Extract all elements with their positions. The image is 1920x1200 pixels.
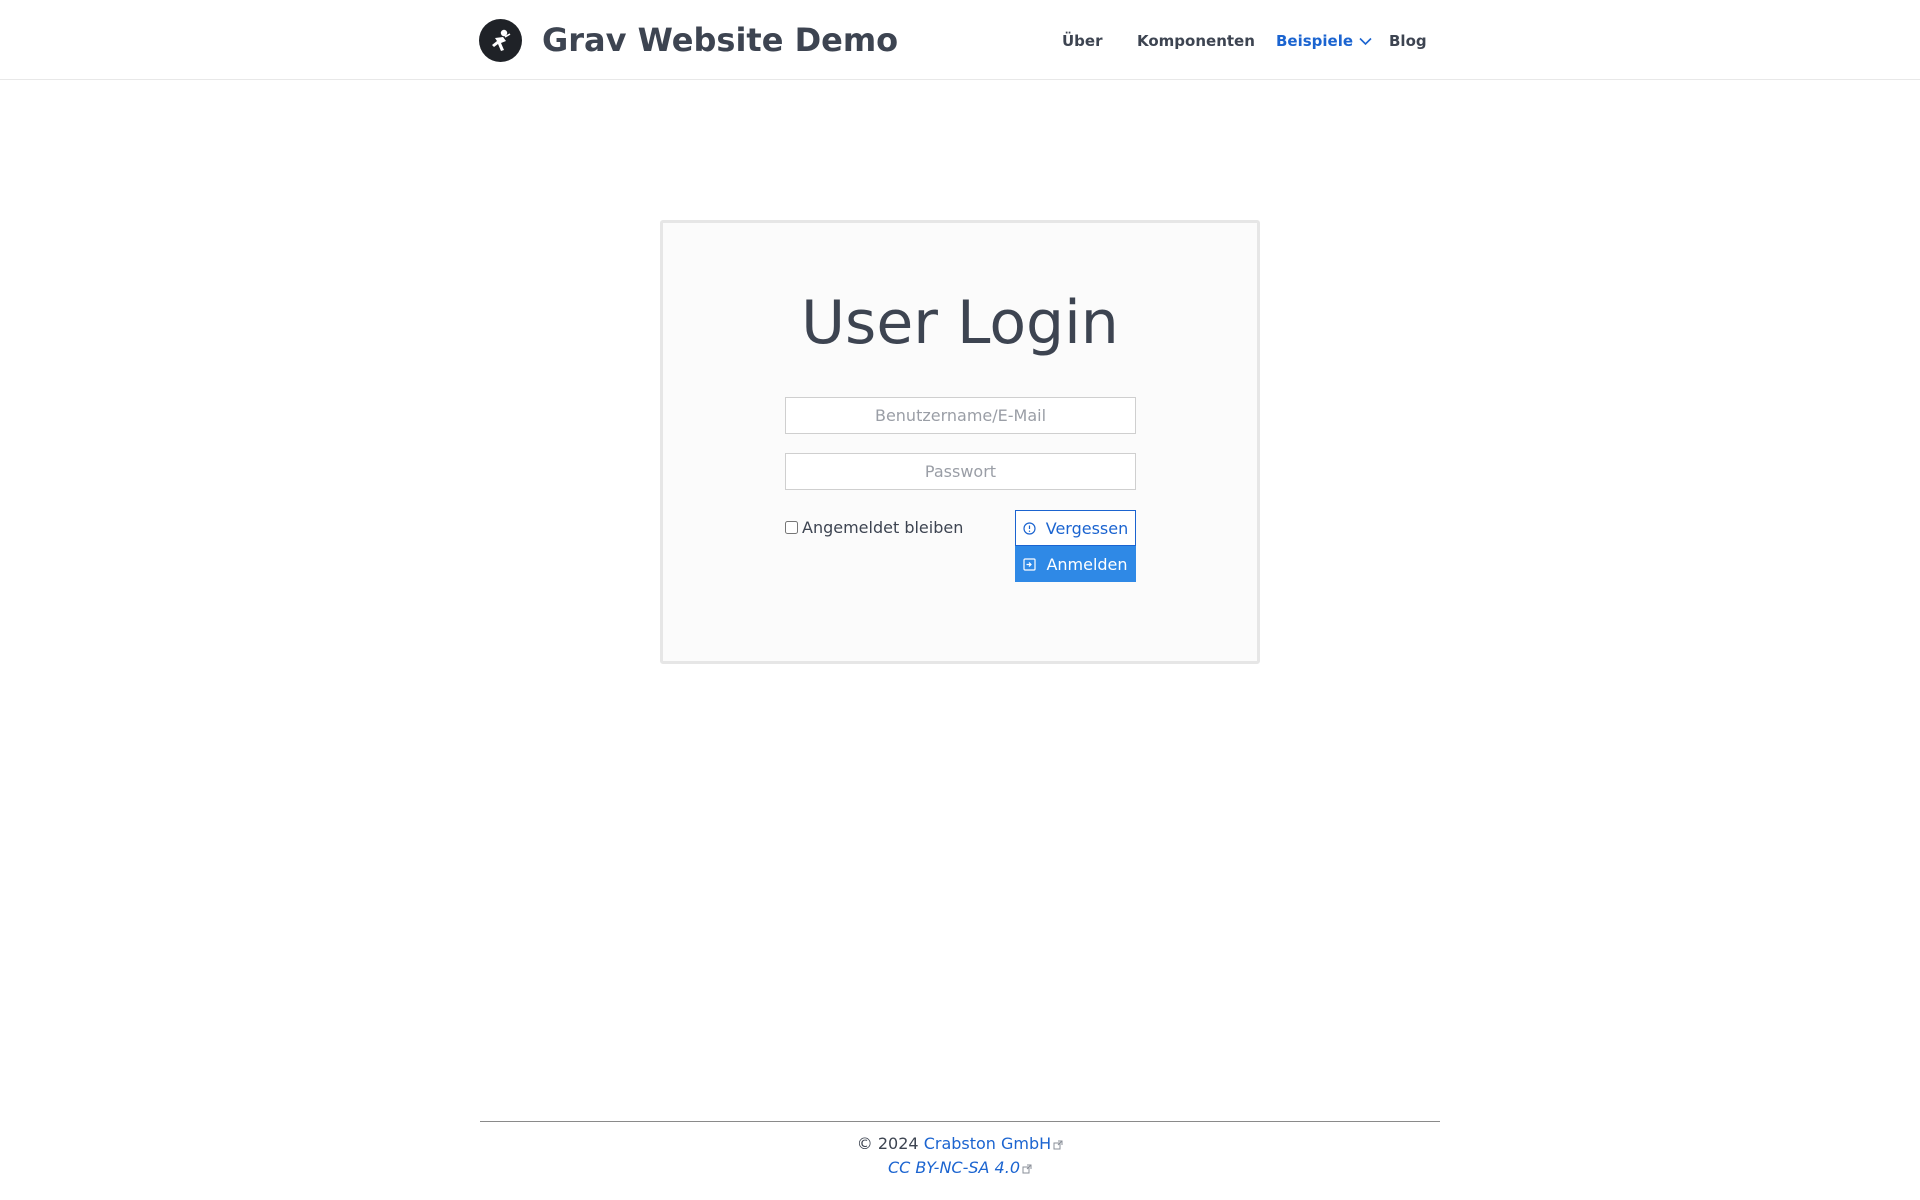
login-panel: User Login Angemeldet bleiben Vergessen … — [660, 220, 1260, 664]
nav-item-beispiele[interactable]: Beispiele — [1276, 28, 1372, 54]
login-button-label: Anmelden — [1046, 554, 1128, 574]
password-input[interactable] — [785, 453, 1136, 490]
chevron-down-icon — [1359, 37, 1372, 45]
company-link[interactable]: Crabston GmbH — [924, 1134, 1064, 1153]
forgot-button[interactable]: Vergessen — [1015, 510, 1136, 546]
company-link-label: Crabston GmbH — [923, 1134, 1052, 1153]
login-button[interactable]: Anmelden — [1015, 546, 1136, 582]
external-link-icon — [1022, 1164, 1032, 1173]
login-title: User Login — [801, 288, 1119, 358]
forgot-button-label: Vergessen — [1045, 518, 1129, 538]
footer-divider — [480, 1121, 1440, 1122]
remember-me-checkbox[interactable] — [785, 521, 798, 534]
nav-item-komponenten[interactable]: Komponenten — [1137, 28, 1255, 54]
site-header: Grav Website Demo Über Komponenten Beisp… — [0, 0, 1920, 80]
login-icon — [1023, 557, 1037, 571]
license-link-label: CC BY-NC-SA 4.0 — [887, 1158, 1020, 1177]
username-input[interactable] — [785, 397, 1136, 434]
external-link-icon — [1053, 1140, 1063, 1149]
nav-item-ueber[interactable]: Über — [1062, 28, 1103, 54]
nav-item-beispiele-label: Beispiele — [1276, 32, 1354, 50]
nav-item-blog[interactable]: Blog — [1389, 28, 1427, 54]
info-circle-icon — [1023, 521, 1036, 535]
footer-license-line: CC BY-NC-SA 4.0 — [0, 1157, 1920, 1179]
astronaut-logo-icon[interactable] — [479, 19, 522, 62]
site-title[interactable]: Grav Website Demo — [542, 18, 898, 62]
copyright-text: © 2024 — [856, 1134, 919, 1153]
remember-me-label: Angemeldet bleiben — [802, 518, 964, 537]
footer-copyright-line: © 2024 Crabston GmbH — [0, 1133, 1920, 1155]
license-link[interactable]: CC BY-NC-SA 4.0 — [888, 1158, 1032, 1177]
remember-me[interactable]: Angemeldet bleiben — [785, 518, 963, 537]
